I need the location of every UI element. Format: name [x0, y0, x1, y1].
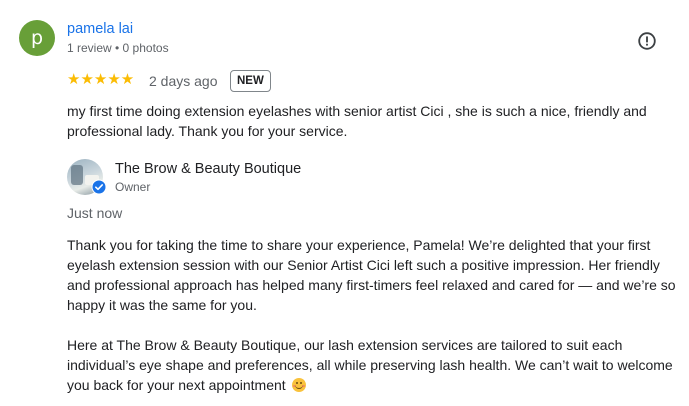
reviewer-meta: 1 review • 0 photos — [67, 41, 169, 55]
reviewer-avatar[interactable]: p — [19, 20, 55, 56]
review-card: p pamela lai 1 review • 0 photos ★★★★★ 2… — [0, 0, 689, 406]
reviewer-name-link[interactable]: pamela lai — [67, 21, 133, 37]
owner-reply-text: Thank you for taking the time to share y… — [67, 235, 677, 395]
star-rating: ★★★★★ — [67, 70, 135, 88]
smiling-face-emoji-icon — [291, 378, 306, 392]
review-text: my first time doing extension eyelashes … — [67, 103, 647, 139]
reply-paragraph-2: Here at The Brow & Beauty Boutique, our … — [67, 335, 677, 395]
new-badge: NEW — [230, 70, 271, 92]
reply-paragraph-1: Thank you for taking the time to share y… — [67, 237, 676, 313]
report-alert-icon[interactable] — [636, 30, 658, 52]
reply-paragraph-2-text: Here at The Brow & Beauty Boutique, our … — [67, 337, 673, 393]
owner-role-label: Owner — [115, 180, 151, 194]
business-name: The Brow & Beauty Boutique — [115, 161, 302, 177]
reply-date: Just now — [67, 205, 123, 221]
review-date: 2 days ago — [149, 73, 218, 89]
verified-check-icon — [91, 179, 107, 195]
reviewer-initial: p — [30, 27, 44, 49]
